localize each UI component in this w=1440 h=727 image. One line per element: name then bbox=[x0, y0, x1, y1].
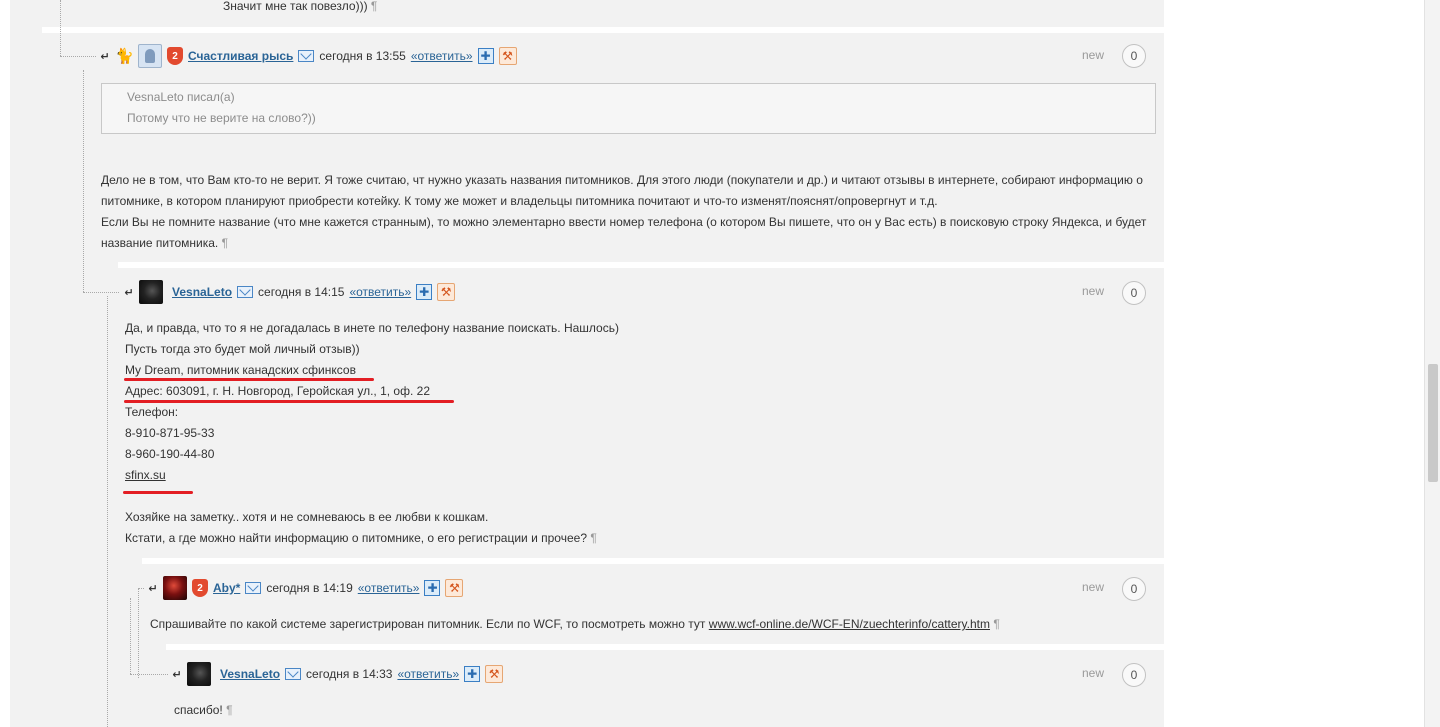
highlight-underline bbox=[123, 491, 193, 494]
comment-body: Спрашивайте по какой системе зарегистрир… bbox=[150, 614, 1150, 635]
comment-rating-counter[interactable]: 0 bbox=[1122, 577, 1146, 601]
thread-line bbox=[83, 292, 119, 293]
hammer-icon[interactable]: ⚒ bbox=[498, 47, 517, 65]
fragment-text: Значит мне так повезло))) bbox=[223, 0, 368, 13]
gift-icon[interactable]: ✚ bbox=[464, 666, 481, 682]
highlight-underline bbox=[124, 400, 454, 403]
pilcrow: ¶ bbox=[226, 703, 233, 717]
avatar[interactable] bbox=[138, 44, 162, 68]
comment-line bbox=[125, 486, 1125, 507]
new-label: new bbox=[1082, 284, 1105, 298]
phone-number: 8-960-190-44-80 bbox=[125, 447, 215, 461]
thread-line bbox=[130, 674, 168, 675]
comment-time: сегодня в 14:15 bbox=[258, 285, 345, 299]
previous-comment-fragment: Значит мне так повезло))) ¶ bbox=[223, 0, 377, 17]
hammer-icon[interactable]: ⚒ bbox=[485, 665, 504, 683]
reply-link[interactable]: «ответить» bbox=[411, 49, 473, 63]
right-margin bbox=[1164, 0, 1424, 727]
pilcrow: ¶ bbox=[993, 617, 1000, 631]
avatar[interactable] bbox=[163, 576, 187, 600]
comment-line: Пусть тогда это будет мой личный отзыв)) bbox=[125, 342, 360, 356]
comment-time: сегодня в 14:19 bbox=[266, 581, 353, 595]
gift-icon[interactable]: ✚ bbox=[477, 48, 494, 64]
reply-link[interactable]: «ответить» bbox=[358, 581, 420, 595]
hammer-icon[interactable]: ⚒ bbox=[437, 283, 456, 301]
mail-icon[interactable] bbox=[298, 50, 315, 62]
hammer-icon[interactable]: ⚒ bbox=[445, 579, 464, 597]
gift-icon[interactable]: ✚ bbox=[424, 580, 441, 596]
avatar[interactable] bbox=[139, 280, 163, 304]
comment-separator bbox=[42, 27, 1164, 33]
username-link[interactable]: VesnaLeto bbox=[172, 285, 232, 299]
mail-icon[interactable] bbox=[285, 668, 302, 680]
pilcrow: ¶ bbox=[221, 236, 229, 250]
comment-line: Дело не в том, что Вам кто-то не верит. … bbox=[101, 173, 1143, 187]
comment-header: ↵ VesnaLeto сегодня в 14:33 «ответить» ✚… bbox=[172, 662, 504, 686]
comment-line: Телефон: bbox=[125, 405, 179, 419]
thread-line bbox=[130, 598, 131, 674]
new-label: new bbox=[1082, 580, 1105, 594]
mail-icon[interactable] bbox=[237, 286, 254, 298]
comment-header: ↵ VesnaLeto сегодня в 14:15 «ответить» ✚… bbox=[124, 280, 456, 304]
comment-line: спасибо! bbox=[174, 703, 223, 717]
comment-line: Да, и правда, что то я не догадалась в и… bbox=[125, 321, 619, 335]
comment-header: ↵ 🐈 2 Счастливая рысь сегодня в 13:55 «о… bbox=[100, 44, 517, 68]
quote-block: VesnaLeto писал(а) Потому что не верите … bbox=[101, 83, 1156, 134]
mail-icon[interactable] bbox=[245, 582, 262, 594]
comment-separator bbox=[118, 262, 1164, 268]
username-link[interactable]: VesnaLeto bbox=[220, 667, 280, 681]
reply-arrow-icon: ↵ bbox=[148, 582, 158, 595]
thread-line bbox=[107, 296, 108, 727]
thread-line bbox=[83, 70, 84, 292]
rank-2-badge-icon: 2 bbox=[192, 579, 208, 597]
scrollbar-thumb[interactable] bbox=[1428, 364, 1438, 482]
comment-header: ↵ 2 Aby* сегодня в 14:19 «ответить» ✚ ⚒ bbox=[148, 576, 464, 600]
comment-separator bbox=[142, 558, 1164, 564]
cattery-address: Адрес: 603091, г. Н. Новгород, Геройская… bbox=[125, 384, 430, 398]
comment-line: название питомника. bbox=[101, 236, 219, 250]
comment-line: питомнике, в котором планируют приобрест… bbox=[101, 194, 938, 208]
quote-author: VesnaLeto писал(а) bbox=[127, 90, 235, 104]
reply-arrow-icon: ↵ bbox=[124, 286, 134, 299]
comment-time: сегодня в 13:55 bbox=[319, 49, 406, 63]
thread-line bbox=[60, 56, 96, 57]
new-label: new bbox=[1082, 666, 1105, 680]
comment-line: Кстати, а где можно найти информацию о п… bbox=[125, 531, 587, 545]
comment-line: Если Вы не помните название (что мне каж… bbox=[101, 215, 1147, 229]
comment-line: Спрашивайте по какой системе зарегистрир… bbox=[150, 617, 706, 631]
thread-line bbox=[138, 588, 139, 678]
comment-body: Дело не в том, что Вам кто-то не верит. … bbox=[101, 170, 1161, 254]
new-label: new bbox=[1082, 48, 1105, 62]
comment-separator bbox=[166, 644, 1164, 650]
reply-link[interactable]: «ответить» bbox=[397, 667, 459, 681]
cat-icon: 🐈 bbox=[115, 48, 134, 65]
gift-icon[interactable]: ✚ bbox=[416, 284, 433, 300]
reply-link[interactable]: «ответить» bbox=[349, 285, 411, 299]
cattery-website-link[interactable]: sfinx.su bbox=[125, 468, 166, 482]
pilcrow: ¶ bbox=[590, 531, 597, 545]
wcf-link[interactable]: www.wcf-online.de/WCF-EN/zuechterinfo/ca… bbox=[709, 617, 990, 631]
scrollbar[interactable] bbox=[1424, 0, 1440, 727]
thread-line bbox=[138, 588, 144, 589]
quote-text: Потому что не верите на слово?)) bbox=[127, 111, 316, 125]
avatar[interactable] bbox=[187, 662, 211, 686]
reply-arrow-icon: ↵ bbox=[100, 50, 110, 63]
highlight-underline bbox=[124, 378, 374, 381]
comment-rating-counter[interactable]: 0 bbox=[1122, 281, 1146, 305]
comment-rating-counter[interactable]: 0 bbox=[1122, 663, 1146, 687]
comment-body: Да, и правда, что то я не догадалась в и… bbox=[125, 318, 1125, 549]
pilcrow: ¶ bbox=[370, 0, 378, 13]
username-link[interactable]: Счастливая рысь bbox=[188, 49, 293, 63]
comment-rating-counter[interactable]: 0 bbox=[1122, 44, 1146, 68]
phone-number: 8-910-871-95-33 bbox=[125, 426, 215, 440]
rank-2-badge-icon: 2 bbox=[167, 47, 183, 65]
username-link[interactable]: Aby* bbox=[213, 581, 240, 595]
reply-arrow-icon: ↵ bbox=[172, 668, 182, 681]
comment-time: сегодня в 14:33 bbox=[306, 667, 393, 681]
comment-body: спасибо! ¶ bbox=[174, 700, 233, 721]
thread-line bbox=[60, 0, 61, 56]
comment-line: Хозяйке на заметку.. хотя и не сомневаюс… bbox=[125, 510, 489, 524]
